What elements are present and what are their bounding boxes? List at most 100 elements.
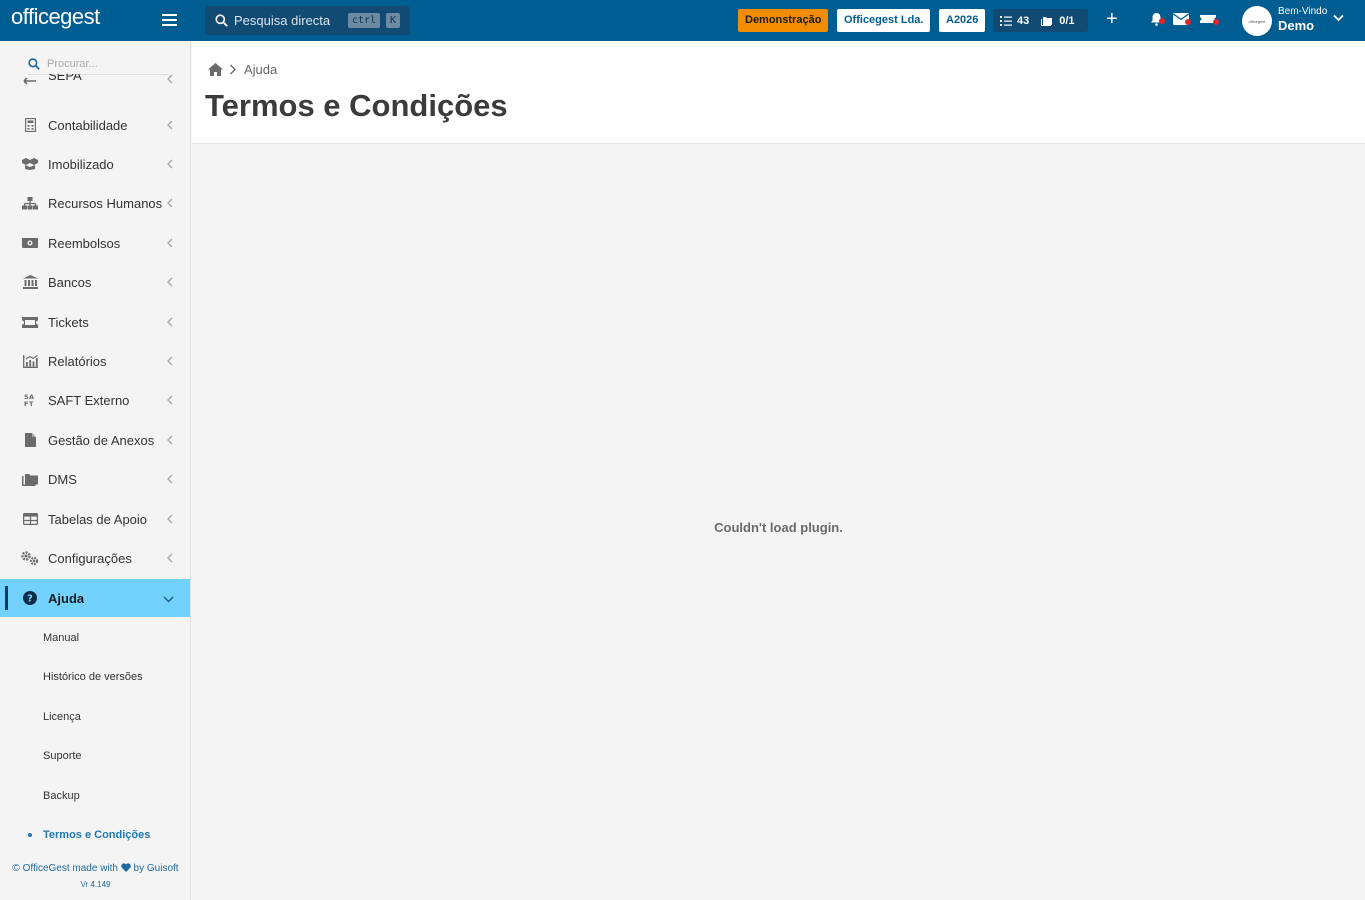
sidebar-subitem-backup[interactable]: Backup (0, 777, 190, 815)
sidebar-item-tickets[interactable]: Tickets (0, 303, 190, 341)
heart-icon (120, 863, 131, 872)
user-avatar[interactable]: officegest (1242, 6, 1272, 36)
sidebar-item-label: Tabelas de Apoio (48, 511, 148, 527)
sidebar: Procurar... SEPA Contabilidade Imobiliza… (0, 41, 191, 900)
sidebar-search-placeholder: Procurar... (47, 58, 98, 70)
sidebar-subitem-label: Manual (43, 632, 80, 644)
sidebar-subitem-manual[interactable]: Manual (0, 619, 190, 657)
chevron-left-icon (166, 354, 173, 369)
sidebar-item-label: Reembolsos (48, 235, 121, 251)
sidebar-subitem-label: Suporte (43, 750, 82, 762)
calculator-icon (21, 118, 39, 132)
messages-envelope-icon[interactable] (1173, 12, 1191, 30)
sidebar-item-label: Bancos (48, 274, 92, 290)
chevron-left-icon (166, 74, 173, 87)
sidebar-item-tabelas-de-apoio[interactable]: Tabelas de Apoio (0, 500, 190, 538)
folder-icon (21, 473, 39, 486)
chart-icon (21, 354, 39, 368)
cogs-icon (21, 551, 39, 565)
chevron-left-icon (166, 551, 173, 566)
sidebar-item-label: Contabilidade (48, 117, 128, 133)
chevron-left-icon (166, 472, 173, 487)
search-placeholder: Pesquisa directa (234, 13, 331, 28)
chevron-left-icon (166, 512, 173, 527)
sidebar-item-saft-externo[interactable]: SAFT SAFT Externo (0, 381, 190, 419)
svg-text:T: T (29, 400, 34, 407)
svg-text:F: F (24, 400, 28, 407)
chevron-right-icon (230, 64, 236, 75)
documents-counter[interactable]: 0/1 (1029, 15, 1075, 27)
sidebar-subitem-licenca[interactable]: Licença (0, 698, 190, 736)
sidebar-item-relatorios[interactable]: Relatórios (0, 342, 190, 380)
guisoft-link[interactable]: by Guisoft (134, 863, 179, 874)
ticket-icon (21, 316, 39, 328)
sidebar-search-input[interactable]: Procurar... (28, 54, 169, 75)
sidebar-subitem-historico-versoes[interactable]: Histórico de versões (0, 658, 190, 696)
chevron-down-icon[interactable] (1333, 14, 1344, 22)
sidebar-item-sepa[interactable]: SEPA (0, 74, 190, 98)
page-header: Ajuda Termos e Condições (192, 41, 1365, 144)
global-search-input[interactable]: Pesquisa directa ctrl K (205, 6, 410, 35)
sepa-icon (21, 76, 39, 86)
avatar-logo-text: officegest (1248, 18, 1266, 24)
search-icon (28, 58, 40, 70)
version-text: Vr 4.149 (80, 880, 111, 889)
tasks-counter[interactable]: 43 (993, 15, 1029, 27)
sidebar-subitem-suporte[interactable]: Suporte (0, 737, 190, 775)
sidebar-item-gestao-de-anexos[interactable]: Gestão de Anexos (0, 421, 190, 459)
user-name: Demo (1278, 18, 1315, 33)
plugin-error-message: Couldn't load plugin. (714, 520, 843, 535)
saft-icon: SAFT (21, 393, 39, 407)
chevron-left-icon (166, 196, 173, 211)
sidebar-item-bancos[interactable]: Bancos (0, 263, 190, 301)
sidebar-item-label: Imobilizado (48, 156, 114, 172)
copyright-text-start: © OfficeGest made with (12, 863, 118, 874)
search-icon (215, 14, 228, 27)
svg-text:?: ? (27, 594, 33, 605)
sidebar-item-contabilidade[interactable]: Contabilidade (0, 106, 190, 144)
company-selector[interactable]: Officegest Lda. (837, 9, 931, 32)
sidebar-item-reembolsos[interactable]: Reembolsos (0, 224, 190, 262)
menu-toggle-button[interactable] (162, 14, 177, 26)
sidebar-item-recursos-humanos[interactable]: Recursos Humanos (0, 184, 190, 222)
sidebar-item-dms[interactable]: DMS (0, 460, 190, 498)
active-indicator (5, 586, 8, 610)
add-new-icon[interactable]: + (1106, 9, 1118, 29)
sidebar-item-label: Tickets (48, 314, 89, 330)
chevron-left-icon (166, 157, 173, 172)
officegest-logo[interactable]: officegest (11, 4, 100, 30)
chevron-left-icon (166, 275, 173, 290)
sidebar-item-imobilizado[interactable]: Imobilizado (0, 145, 190, 183)
sidebar-item-label: SAFT Externo (48, 392, 130, 408)
chevron-down-icon (163, 591, 174, 606)
bank-icon (21, 275, 39, 289)
user-menu[interactable]: Bem-Vindo Demo (1278, 6, 1328, 33)
money-icon (21, 237, 39, 249)
sidebar-item-configuracoes[interactable]: Configurações (0, 539, 190, 577)
notifications-bell-icon[interactable] (1150, 12, 1165, 31)
sidebar-item-label: Configurações (48, 550, 132, 566)
welcome-label: Bem-Vindo (1278, 6, 1328, 17)
shortcut-k-key: K (386, 13, 401, 28)
breadcrumb: Ajuda (208, 62, 277, 77)
sidebar-item-label: Relatórios (48, 353, 107, 369)
chevron-left-icon (166, 236, 173, 251)
sidebar-subitem-termos-condicoes[interactable]: Termos e Condições (0, 816, 190, 854)
sidebar-item-label: Gestão de Anexos (48, 432, 155, 448)
sidebar-item-label: SEPA (48, 74, 82, 83)
breadcrumb-ajuda[interactable]: Ajuda (244, 62, 277, 77)
home-icon[interactable] (208, 63, 223, 76)
demo-mode-badge[interactable]: Demonstração (738, 9, 829, 32)
shortcut-ctrl-key: ctrl (348, 13, 381, 28)
sidebar-item-label: DMS (48, 471, 77, 487)
fiscal-year-selector[interactable]: A2026 (939, 9, 986, 32)
chevron-left-icon (166, 315, 173, 330)
sidebar-item-label: Ajuda (48, 590, 85, 606)
chevron-left-icon (166, 433, 173, 448)
help-icon: ? (21, 591, 39, 605)
sidebar-item-ajuda[interactable]: ? Ajuda (0, 579, 190, 617)
folders-icon (1041, 17, 1053, 26)
sidebar-subitem-label: Histórico de versões (43, 671, 143, 683)
tickets-alert-icon[interactable] (1200, 12, 1219, 30)
tasks-count: 43 (1017, 14, 1030, 27)
